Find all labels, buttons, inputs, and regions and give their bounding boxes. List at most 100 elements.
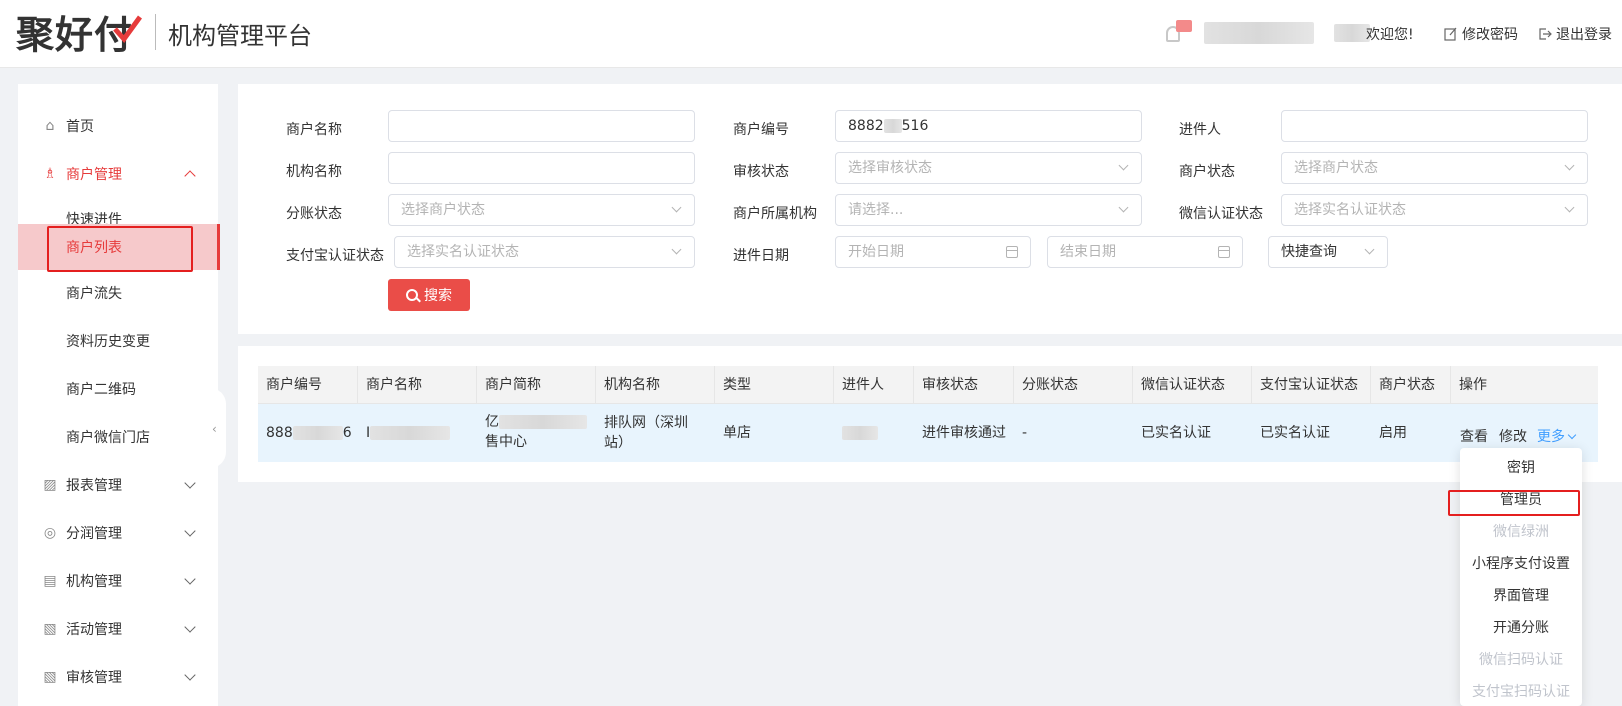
chevron-down-icon bbox=[1564, 202, 1575, 213]
cell-alipay-auth: 已实名认证 bbox=[1260, 425, 1330, 441]
th-merchant-name: 商户名称 bbox=[358, 366, 477, 404]
welcome-text: 欢迎您! bbox=[1366, 27, 1414, 43]
chevron-down-icon bbox=[184, 669, 196, 681]
menu-item-ui-mgmt[interactable]: 界面管理 bbox=[1460, 580, 1582, 612]
label-merchant-status: 商户状态 bbox=[1179, 164, 1235, 180]
wechat-auth-select[interactable]: 选择实名认证状态 bbox=[1281, 194, 1588, 226]
logout-label: 退出登录 bbox=[1556, 27, 1612, 43]
sidebar-item-org[interactable]: ▤ 机构管理 bbox=[18, 561, 218, 601]
notification-bell-icon[interactable] bbox=[1164, 18, 1194, 48]
cell-short-name: 亿 售中心 bbox=[477, 404, 596, 462]
redacted-digits bbox=[292, 426, 343, 440]
sidebar-sub-merchant-churn[interactable]: 商户流失 bbox=[18, 270, 218, 316]
menu-item-wechat-oasis: 微信绿洲 bbox=[1493, 524, 1549, 540]
redacted-digits bbox=[883, 119, 902, 133]
chevron-down-icon bbox=[1118, 160, 1129, 171]
label-wechat-auth: 微信认证状态 bbox=[1179, 206, 1263, 222]
table-header: 商户编号 商户名称 商户简称 机构名称 类型 进件人 审核状态 分账状态 微信认… bbox=[258, 366, 1598, 404]
merchant-no-input[interactable]: 8882 516 bbox=[835, 110, 1142, 142]
edit-link[interactable]: 修改 bbox=[1499, 426, 1527, 446]
view-link[interactable]: 查看 bbox=[1460, 426, 1488, 446]
th-merchant-no: 商户编号 bbox=[258, 366, 358, 404]
chevron-down-icon bbox=[1364, 244, 1375, 255]
edit-icon bbox=[1444, 27, 1457, 41]
org-name-input[interactable] bbox=[388, 152, 695, 184]
quick-query-select[interactable]: 快捷查询 bbox=[1268, 236, 1388, 268]
sidebar-item-home[interactable]: ⌂ 首页 bbox=[18, 106, 218, 146]
profit-icon: ◎ bbox=[43, 525, 57, 541]
sidebar-sub-wechat-store[interactable]: 商户微信门店 bbox=[18, 414, 218, 460]
merchant-org-select[interactable]: 请选择... bbox=[835, 194, 1142, 226]
label-org-name: 机构名称 bbox=[286, 164, 342, 180]
sidebar-item-audit[interactable]: ▧ 审核管理 bbox=[18, 657, 218, 697]
th-wechat-auth: 微信认证状态 bbox=[1133, 366, 1252, 404]
activity-icon: ▧ bbox=[43, 621, 57, 637]
cell-onboarder bbox=[834, 404, 914, 462]
chevron-down-icon bbox=[671, 202, 682, 213]
sidebar: ⌂ 首页 ♗ 商户管理 快速进件 商户列表 商户流失 资料历史变更 商户二维码 … bbox=[18, 84, 220, 706]
th-short-name: 商户简称 bbox=[477, 366, 596, 404]
redacted-name bbox=[842, 426, 878, 440]
label-merchant-no: 商户编号 bbox=[733, 122, 789, 138]
end-date-input[interactable]: 结束日期 bbox=[1047, 236, 1243, 268]
th-merchant-status: 商户状态 bbox=[1371, 366, 1451, 404]
menu-item-miniprogram-pay[interactable]: 小程序支付设置 bbox=[1460, 548, 1582, 580]
calendar-icon bbox=[1006, 246, 1018, 258]
menu-item-secret-key[interactable]: 密钥 bbox=[1460, 452, 1582, 484]
th-org-name: 机构名称 bbox=[596, 366, 715, 404]
cell-type: 单店 bbox=[723, 425, 751, 441]
alipay-auth-select[interactable]: 选择实名认证状态 bbox=[394, 236, 695, 268]
chevron-down-icon bbox=[671, 244, 682, 255]
sidebar-item-merchant-mgmt[interactable]: ♗ 商户管理 bbox=[18, 154, 218, 194]
redacted-name bbox=[370, 426, 451, 440]
chevron-down-icon bbox=[184, 477, 196, 489]
merchant-status-select[interactable]: 选择商户状态 bbox=[1281, 152, 1588, 184]
start-date-input[interactable]: 开始日期 bbox=[835, 236, 1031, 268]
logo-divider bbox=[155, 14, 156, 50]
label-onboard-date: 进件日期 bbox=[733, 248, 789, 264]
label-split-status: 分账状态 bbox=[286, 206, 342, 222]
label-alipay-auth: 支付宝认证状态 bbox=[286, 248, 384, 264]
merchant-icon: ♗ bbox=[43, 166, 57, 182]
redacted-name bbox=[499, 415, 587, 429]
search-icon bbox=[406, 289, 418, 301]
sidebar-item-reports[interactable]: ▨ 报表管理 bbox=[18, 465, 218, 505]
split-status-select[interactable]: 选择商户状态 bbox=[388, 194, 695, 226]
redacted-username bbox=[1204, 22, 1314, 44]
menu-item-enable-split[interactable]: 开通分账 bbox=[1460, 612, 1582, 644]
label-merchant-org: 商户所属机构 bbox=[733, 206, 817, 222]
change-password-link[interactable]: 修改密码 bbox=[1444, 24, 1518, 44]
audit-status-select[interactable]: 选择审核状态 bbox=[835, 152, 1142, 184]
sidebar-collapse-toggle[interactable]: ‹ bbox=[210, 388, 226, 468]
onboarder-input[interactable] bbox=[1281, 110, 1588, 142]
sidebar-sub-merchant-qrcode[interactable]: 商户二维码 bbox=[18, 366, 218, 412]
cell-merchant-status: 启用 bbox=[1379, 425, 1407, 441]
calendar-icon bbox=[1218, 246, 1230, 258]
th-type: 类型 bbox=[715, 366, 834, 404]
merchant-name-input[interactable] bbox=[388, 110, 695, 142]
chevron-down-icon bbox=[184, 621, 196, 633]
sidebar-item-profit[interactable]: ◎ 分润管理 bbox=[18, 513, 218, 553]
menu-item-wechat-scan-auth: 微信扫码认证 bbox=[1479, 652, 1563, 668]
label-merchant-name: 商户名称 bbox=[286, 122, 342, 138]
sidebar-sub-history-changes[interactable]: 资料历史变更 bbox=[18, 318, 218, 364]
table-row: 888 6 I 亿 售中心 排队网（深圳站） 单店 进件审核通过 - 已实名认证… bbox=[258, 404, 1598, 462]
th-audit-status: 审核状态 bbox=[914, 366, 1014, 404]
search-button[interactable]: 搜索 bbox=[388, 279, 470, 311]
menu-item-alipay-scan-auth: 支付宝扫码认证 bbox=[1472, 684, 1570, 700]
logout-link[interactable]: 退出登录 bbox=[1538, 24, 1612, 44]
cell-split-status: - bbox=[1022, 425, 1028, 441]
more-dropdown-trigger[interactable]: 更多 bbox=[1537, 426, 1577, 446]
cell-org-name: 排队网（深圳站） bbox=[604, 415, 688, 451]
audit-icon: ▧ bbox=[43, 669, 57, 685]
th-onboarder: 进件人 bbox=[834, 366, 914, 404]
platform-title: 机构管理平台 bbox=[168, 22, 312, 50]
label-audit-status: 审核状态 bbox=[733, 164, 789, 180]
chevron-down-icon bbox=[184, 573, 196, 585]
cell-merchant-name: I bbox=[358, 404, 477, 462]
cell-wechat-auth: 已实名认证 bbox=[1141, 425, 1211, 441]
sidebar-item-activity[interactable]: ▧ 活动管理 bbox=[18, 609, 218, 649]
home-icon: ⌂ bbox=[45, 118, 55, 134]
highlight-merchant-list bbox=[47, 226, 193, 272]
chevron-down-icon bbox=[1118, 202, 1129, 213]
